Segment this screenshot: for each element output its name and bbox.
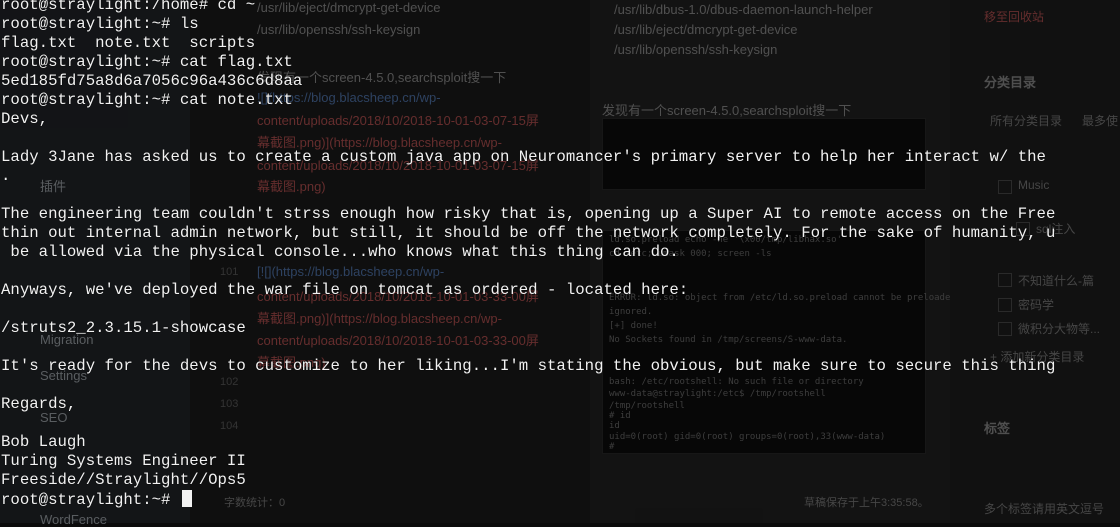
- terminal-line: root@straylight:~# cat flag.txt: [1, 53, 293, 71]
- terminal-line: .: [1, 167, 11, 185]
- terminal-line: It's ready for the devs to customize to …: [1, 357, 1056, 375]
- terminal-line: thin out internal admin network, but sti…: [1, 224, 1056, 242]
- terminal-line: Freeside//Straylight//Ops5: [1, 471, 246, 489]
- terminal-line: flag.txt note.txt scripts: [1, 34, 256, 52]
- terminal-line: Turing Systems Engineer II: [1, 452, 246, 470]
- terminal-line: Lady 3Jane has asked us to create a cust…: [1, 148, 1046, 166]
- terminal-line: /struts2_2.3.15.1-showcase: [1, 319, 246, 337]
- sidebar-item-wordfence: WordFence: [40, 512, 107, 527]
- text-cursor: [181, 490, 192, 507]
- terminal-line: Bob Laugh: [1, 433, 86, 451]
- prompt-line[interactable]: root@straylight:~#: [1, 490, 1120, 509]
- terminal-line: Anyways, we've deployed the war file on …: [1, 281, 689, 299]
- terminal-line: Regards,: [1, 395, 77, 413]
- terminal-line: be allowed via the physical console...wh…: [1, 243, 679, 261]
- terminal-line: root@straylight:~# ls: [1, 15, 199, 33]
- shell-prompt: root@straylight:~#: [1, 491, 180, 509]
- terminal-line: Devs,: [1, 110, 49, 128]
- flag-value: 5ed185fd75a8d6a7056c96a436c6d8aa: [1, 72, 303, 90]
- terminal-output[interactable]: root@straylight:/home# cd ~ root@straylig…: [1, 0, 1120, 509]
- terminal-line: root@straylight:~# cat note.txt: [1, 91, 293, 109]
- terminal-line: The engineering team couldn't strss enou…: [1, 205, 1056, 223]
- terminal-line: root@straylight:/home# cd ~: [1, 0, 256, 14]
